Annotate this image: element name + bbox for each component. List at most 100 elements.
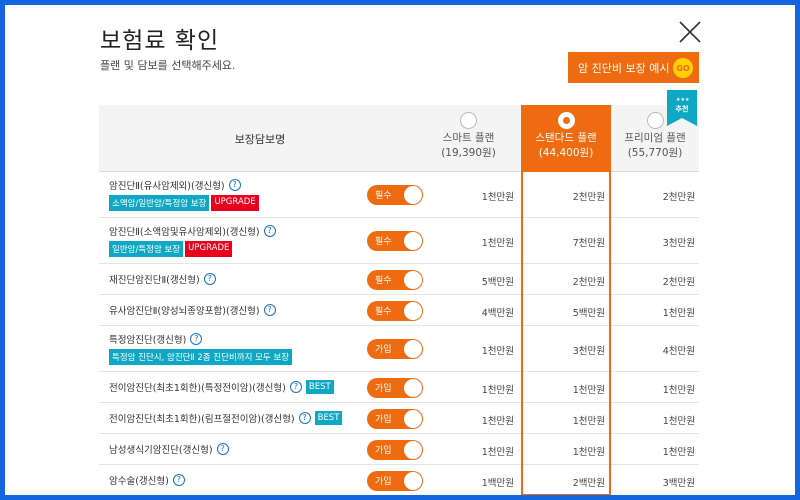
coverage-toggle[interactable]: 필수 — [367, 300, 423, 321]
best-badge: BEST — [305, 380, 334, 394]
coverage-amount: 1천만원 — [572, 415, 605, 427]
coverage-name-cell: 암진단Ⅱ(유사암제외)(갱신형)? 소액암/일반암/특정암 보장 UPGRADE — [109, 172, 364, 217]
coverage-name-cell: 특정암진단(갱신형)? 특정암 진단시, 암진단Ⅱ 2종 진단비까지 모두 보장 — [109, 326, 364, 371]
help-icon[interactable]: ? — [228, 179, 241, 191]
help-icon[interactable]: ? — [190, 333, 203, 345]
coverage-amount: 1천만원 — [481, 238, 514, 249]
coverage-name-line: 재진단암진단Ⅱ(갱신형)? — [109, 272, 364, 286]
coverage-amount: 1천만원 — [662, 307, 695, 319]
table-row: 재진단암진단Ⅱ(갱신형)? 필수 5백만원 2천만원 2천만원 — [99, 264, 699, 295]
coverage-amount: 7천만원 — [572, 238, 605, 249]
toggle-knob — [404, 340, 422, 358]
coverage-amount: 1천만원 — [481, 415, 514, 427]
help-icon[interactable]: ? — [216, 443, 229, 455]
coverage-name: 전이암진단(최초1회한)(림프절전이암)(갱신형) — [109, 414, 295, 425]
coverage-amount: 3천만원 — [572, 346, 605, 357]
table-row: 특정암진단(갱신형)? 특정암 진단시, 암진단Ⅱ 2종 진단비까지 모두 보장 가… — [99, 326, 699, 372]
toggle-label: 필수 — [375, 191, 392, 201]
plan-name: 스탠다드 플랜 — [535, 132, 597, 144]
coverage-name: 남성생식기암진단(갱신형) — [109, 445, 213, 456]
help-icon[interactable]: ? — [172, 474, 185, 486]
coverage-tags: 특정암 진단시, 암진단Ⅱ 2종 진단비까지 모두 보장 — [109, 349, 364, 365]
coverage-table: 보장담보명 스마트 플랜 (19,390원) 스탠다드 플랜 (44,400원)… — [99, 90, 699, 495]
toggle-knob — [404, 232, 422, 250]
coverage-name-line: 특정암진단(갱신형)? — [109, 332, 364, 346]
coverage-toggle[interactable]: 가입 — [367, 439, 423, 460]
plan-standard[interactable]: 스탠다드 플랜 (44,400원) — [521, 105, 611, 172]
table-body: 암진단Ⅱ(유사암제외)(갱신형)? 소액암/일반암/특정암 보장 UPGRADE 필수… — [99, 172, 699, 495]
coverage-tags: 일반암/특정암 보장 UPGRADE — [109, 241, 364, 257]
page-title: 보험료 확인 — [100, 28, 220, 54]
coverage-toggle[interactable]: 가입 — [367, 408, 423, 429]
coverage-toggle[interactable]: 가입 — [367, 339, 423, 359]
cancer-coverage-example-button[interactable]: 암 진단비 보장 예시 GO — [568, 52, 699, 83]
toggle-label: 가입 — [375, 445, 392, 456]
close-button[interactable] — [677, 19, 703, 45]
toggle-knob — [404, 378, 422, 397]
coverage-name: 암수술(갱신형) — [109, 476, 169, 487]
coverage-name: 특정암진단(갱신형) — [109, 335, 187, 346]
go-badge: GO — [673, 58, 693, 78]
radio-icon — [557, 112, 575, 129]
coverage-toggle[interactable]: 가입 — [367, 470, 423, 491]
coverage-amount: 5백만원 — [572, 307, 605, 319]
coverage-amount: 4천만원 — [662, 346, 695, 357]
toggle-label: 필수 — [375, 275, 392, 286]
radio-icon — [460, 112, 477, 129]
coverage-name-line: 암진단Ⅱ(소액암및유사암제외)(갱신형)? — [109, 224, 364, 238]
coverage-name-line: 암진단Ⅱ(유사암제외)(갱신형)? — [109, 178, 364, 192]
best-badge: BEST — [314, 411, 343, 425]
coverage-toggle[interactable]: 필수 — [367, 269, 423, 290]
plan-price: (55,770원) — [627, 147, 683, 159]
coverage-amount: 1천만원 — [572, 446, 605, 458]
coverage-name-line: 전이암진단(최초1회한)(특정전이암)(갱신형)? BEST — [109, 380, 364, 394]
coverage-name: 유사암진단Ⅱ(양성뇌종양포함)(갱신형) — [109, 306, 260, 317]
coverage-tag: 소액암/일반암/특정암 보장 — [109, 195, 210, 211]
modal: 보험료 확인 플랜 및 담보를 선택해주세요. 암 진단비 보장 예시 GO 보… — [5, 5, 795, 495]
coverage-name-cell: 유사암진단Ⅱ(양성뇌종양포함)(갱신형)? — [109, 295, 364, 325]
coverage-toggle[interactable]: 가입 — [367, 377, 423, 398]
coverage-toggle[interactable]: 필수 — [367, 185, 423, 205]
coverage-amount: 5백만원 — [481, 276, 514, 288]
plan-name: 프리미엄 플랜 — [624, 132, 686, 144]
table-row: 유사암진단Ⅱ(양성뇌종양포함)(갱신형)? 필수 4백만원 5백만원 1천만원 — [99, 295, 699, 326]
help-icon[interactable]: ? — [203, 273, 216, 285]
coverage-amount: 3천만원 — [662, 238, 695, 249]
promo-label: 암 진단비 보장 예시 — [578, 61, 670, 75]
coverage-tag: UPGRADE — [211, 195, 259, 211]
coverage-amount: 2백만원 — [572, 477, 605, 489]
help-icon[interactable]: ? — [289, 381, 302, 393]
coverage-amount: 1백만원 — [481, 477, 514, 489]
coverage-tag: 일반암/특정암 보장 — [109, 241, 184, 257]
help-icon[interactable]: ? — [298, 412, 311, 424]
plan-smart[interactable]: 스마트 플랜 (19,390원) — [421, 105, 516, 172]
coverage-name-line: 암수술(갱신형)? — [109, 473, 364, 487]
coverage-amount: 2천만원 — [572, 192, 605, 203]
coverage-amount: 1천만원 — [481, 346, 514, 357]
svg-text:★★★: ★★★ — [676, 97, 690, 103]
coverage-name: 전이암진단(최초1회한)(특정전이암)(갱신형) — [109, 383, 286, 394]
toggle-label: 가입 — [375, 476, 392, 487]
toggle-knob — [404, 471, 422, 490]
coverage-amount: 2천만원 — [662, 192, 695, 203]
toggle-label: 가입 — [375, 345, 392, 355]
toggle-knob — [404, 440, 422, 459]
coverage-amount: 2천만원 — [662, 276, 695, 288]
coverage-name-cell: 암진단Ⅱ(소액암및유사암제외)(갱신형)? 일반암/특정암 보장 UPGRADE — [109, 218, 364, 263]
coverage-amount: 1천만원 — [481, 192, 514, 203]
radio-icon — [646, 112, 664, 129]
coverage-name-cell: 전이암진단(최초1회한)(림프절전이암)(갱신형)? BEST — [109, 403, 364, 433]
toggle-knob — [404, 409, 422, 428]
help-icon[interactable]: ? — [263, 225, 276, 237]
toggle-label: 가입 — [375, 383, 392, 394]
coverage-tag: 특정암 진단시, 암진단Ⅱ 2종 진단비까지 모두 보장 — [109, 349, 293, 365]
coverage-toggle[interactable]: 필수 — [367, 231, 423, 251]
coverage-name-line: 유사암진단Ⅱ(양성뇌종양포함)(갱신형)? — [109, 303, 364, 317]
help-icon[interactable]: ? — [263, 304, 276, 316]
page-subtitle: 플랜 및 담보를 선택해주세요. — [100, 59, 236, 72]
close-icon — [679, 21, 701, 43]
coverage-name-cell: 암수술(갱신형)? — [109, 465, 364, 495]
coverage-name-line: 전이암진단(최초1회한)(림프절전이암)(갱신형)? BEST — [109, 411, 364, 425]
recommend-badge: 추천 — [675, 105, 689, 113]
coverage-name-cell: 전이암진단(최초1회한)(특정전이암)(갱신형)? BEST — [109, 372, 364, 402]
